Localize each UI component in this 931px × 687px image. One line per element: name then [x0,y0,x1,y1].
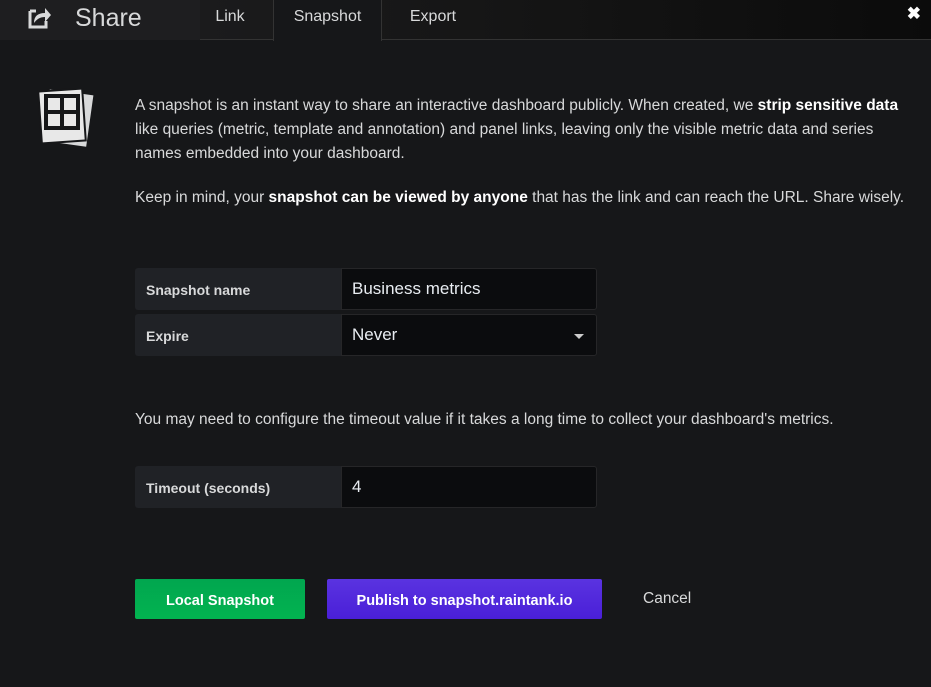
expire-label: Expire [135,314,341,356]
caret-down-icon [574,334,584,339]
snapshot-icon [37,88,94,147]
snapshot-name-input[interactable]: Business metrics [341,268,597,310]
share-icon [28,8,51,29]
expire-select[interactable]: Never [341,314,597,356]
timeout-input[interactable]: 4 [341,466,597,508]
modal-title: Share [0,0,200,40]
warning-paragraph: Keep in mind, your snapshot can be viewe… [135,186,905,210]
text: like queries (metric, template and annot… [135,121,874,162]
timeout-label: Timeout (seconds) [135,466,341,508]
bold-text: strip sensitive data [757,97,899,114]
snapshot-name-field: Snapshot name Business metrics [135,268,597,310]
local-snapshot-button[interactable]: Local Snapshot [135,579,305,619]
tab-snapshot[interactable]: Snapshot [273,0,382,41]
title-text: Share [75,4,142,32]
text: that has the link and can reach the URL.… [527,189,905,206]
text: Keep in mind, your [135,189,269,206]
text: A snapshot is an instant way to share an… [135,97,758,114]
tab-link[interactable]: Link [200,0,260,40]
cancel-button[interactable]: Cancel [643,590,691,608]
tab-export[interactable]: Export [394,0,472,40]
modal-header: Share Link Snapshot Export ✖ [0,0,931,41]
timeout-note: You may need to configure the timeout va… [135,411,834,428]
close-icon[interactable]: ✖ [907,4,921,24]
timeout-field: Timeout (seconds) 4 [135,466,597,508]
bold-text: snapshot can be viewed by anyone [268,189,528,206]
expire-value: Never [352,325,398,344]
expire-field: Expire Never [135,314,597,356]
intro-paragraph: A snapshot is an instant way to share an… [135,94,905,166]
publish-snapshot-button[interactable]: Publish to snapshot.raintank.io [327,579,602,619]
snapshot-name-label: Snapshot name [135,268,341,310]
